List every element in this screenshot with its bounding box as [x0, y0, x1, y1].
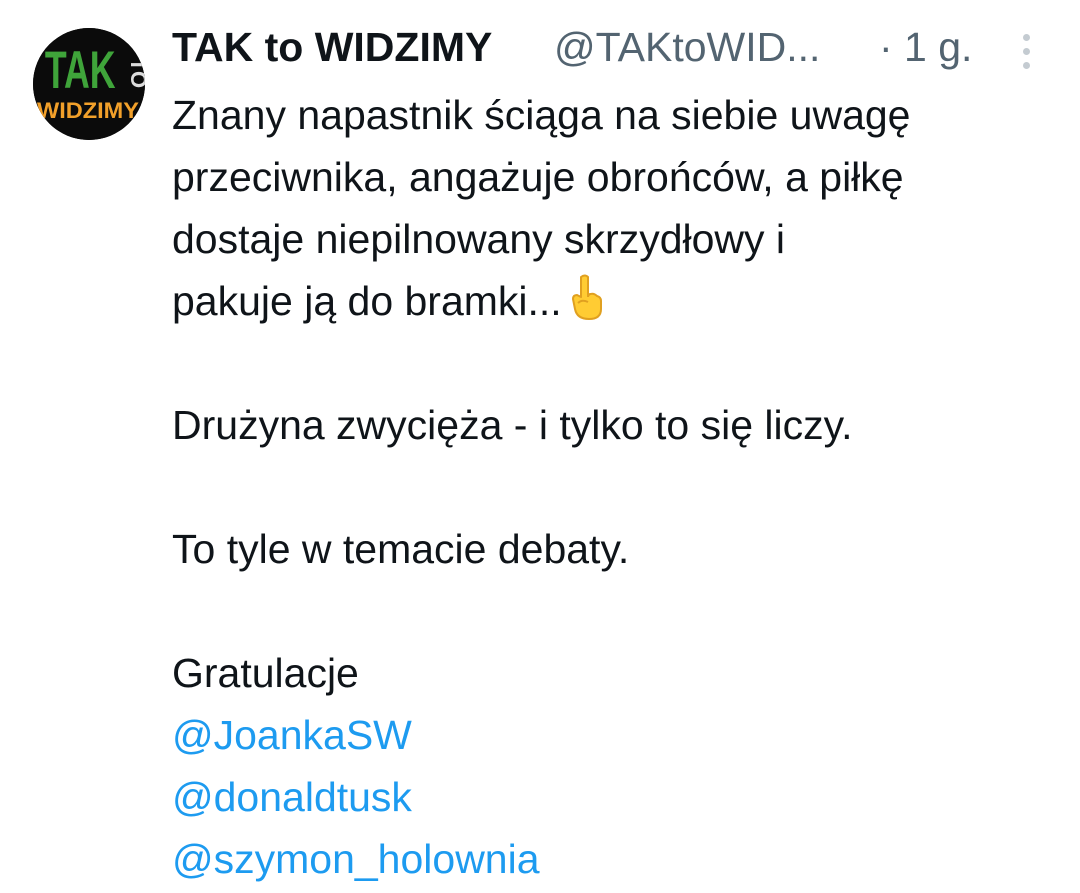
text-line-with-emoji: pakuje ją do bramki... — [172, 270, 1052, 332]
tweet[interactable]: TAK TO WIDZIMY TAK to WIDZIMY @TAKtoWID.… — [0, 0, 1080, 893]
text-line: Gratulacje — [172, 650, 359, 696]
mention-link[interactable]: @donaldtusk — [172, 766, 1052, 828]
mention-link[interactable]: @JoankaSW — [172, 704, 1052, 766]
display-name[interactable]: TAK to WIDZIMY — [172, 24, 492, 71]
avatar-text-bottom: WIDZIMY — [37, 98, 139, 123]
text-line: Znany napastnik ściąga na siebie uwagę — [172, 92, 911, 138]
text-line: Drużyna zwycięża - i tylko to się liczy. — [172, 402, 853, 448]
text-line: To tyle w temacie debaty. — [172, 526, 630, 572]
text-line: pakuje ją do bramki... — [172, 278, 562, 324]
separator-dot: · — [879, 24, 893, 70]
tweet-header: TAK to WIDZIMY @TAKtoWID... · 1 g. — [172, 18, 1052, 78]
avatar-text-top: TAK — [45, 40, 116, 100]
text-line: przeciwnika, angażuje obrońców, a piłkę — [172, 154, 904, 200]
timestamp[interactable]: 1 g. — [904, 24, 972, 71]
index-pointing-up-emoji — [566, 273, 606, 338]
avatar-logo: TAK TO WIDZIMY — [33, 28, 145, 140]
avatar[interactable]: TAK TO WIDZIMY — [33, 28, 145, 140]
user-handle[interactable]: @TAKtoWID... — [554, 24, 820, 71]
more-vertical-icon[interactable] — [1008, 34, 1044, 74]
avatar-text-side: TO — [126, 58, 145, 88]
text-line: dostaje niepilnowany skrzydłowy i — [172, 216, 786, 262]
mention-link[interactable]: @szymon_holownia — [172, 828, 1052, 890]
tweet-text: Znany napastnik ściąga na siebie uwagę p… — [172, 84, 1052, 890]
